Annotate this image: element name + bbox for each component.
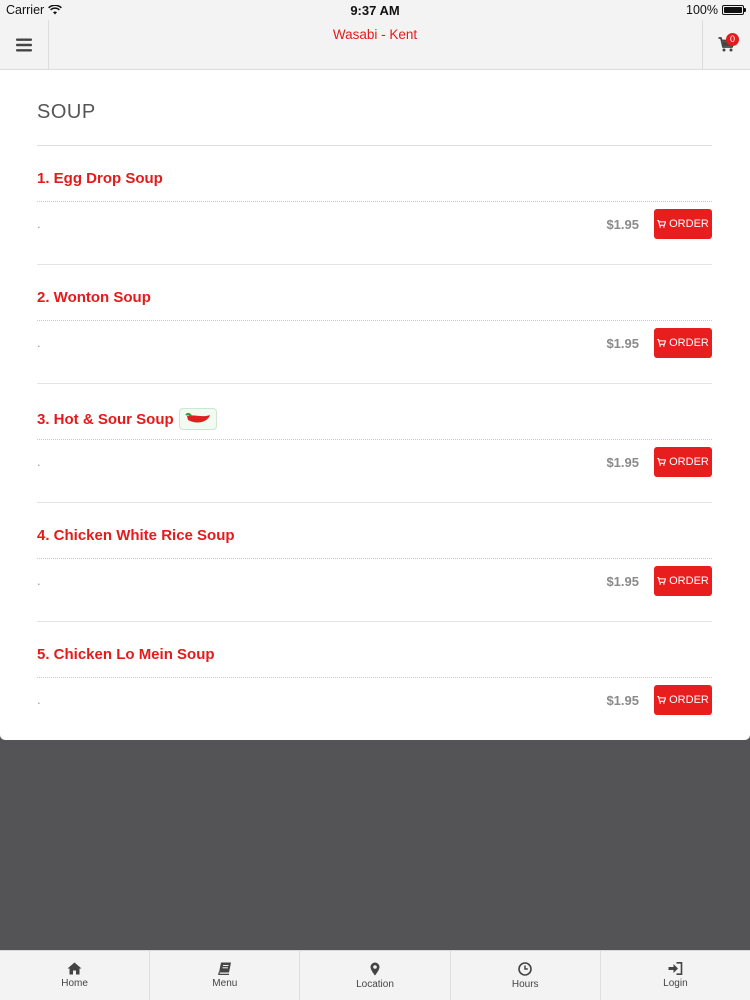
dotted-divider bbox=[37, 320, 712, 321]
item-name[interactable]: 1. Egg Drop Soup bbox=[37, 170, 163, 187]
tab-label: Home bbox=[61, 978, 88, 989]
cart-icon bbox=[657, 339, 667, 347]
restaurant-title: Wasabi - Kent bbox=[332, 27, 418, 42]
cart-count-badge: 0 bbox=[726, 33, 739, 46]
section-title: SOUP bbox=[37, 101, 96, 123]
menu-item: 5. Chicken Lo Mein Soup . $1.95 ORDER bbox=[37, 622, 712, 741]
battery-icon bbox=[722, 5, 746, 15]
item-price: $1.95 bbox=[606, 217, 639, 232]
item-description: . bbox=[37, 335, 41, 350]
tab-label: Login bbox=[663, 978, 688, 989]
tab-label: Menu bbox=[212, 978, 238, 989]
dotted-divider bbox=[37, 677, 712, 678]
order-label: ORDER bbox=[669, 337, 709, 349]
tab-hours[interactable]: Hours bbox=[451, 951, 601, 1000]
order-label: ORDER bbox=[669, 456, 709, 468]
item-description: . bbox=[37, 454, 41, 469]
clock-icon bbox=[518, 961, 533, 976]
cart-icon bbox=[657, 458, 667, 466]
order-label: ORDER bbox=[669, 218, 709, 230]
tab-menu[interactable]: Menu bbox=[150, 951, 301, 1000]
dotted-divider bbox=[37, 439, 712, 440]
order-button[interactable]: ORDER bbox=[654, 685, 712, 715]
dotted-divider bbox=[37, 558, 712, 559]
map-pin-icon bbox=[370, 962, 380, 975]
order-button[interactable]: ORDER bbox=[654, 328, 712, 358]
order-button[interactable]: ORDER bbox=[654, 209, 712, 239]
cart-button[interactable]: 0 bbox=[702, 20, 750, 69]
item-description: . bbox=[37, 216, 41, 231]
item-name[interactable]: 2. Wonton Soup bbox=[37, 289, 151, 306]
home-icon bbox=[67, 962, 82, 975]
item-price: $1.95 bbox=[606, 336, 639, 351]
tab-label: Hours bbox=[511, 978, 539, 990]
menu-card: SOUP 1. Egg Drop Soup . $1.95 ORDER 2. W… bbox=[0, 70, 750, 740]
cart-icon bbox=[657, 577, 667, 585]
cart-icon bbox=[657, 220, 667, 228]
menu-item: 4. Chicken White Rice Soup . $1.95 ORDER bbox=[37, 503, 712, 622]
tab-login[interactable]: Login bbox=[601, 951, 750, 1000]
cart-icon bbox=[657, 696, 667, 704]
item-price: $1.95 bbox=[606, 455, 639, 470]
bottom-tab-bar: Home Menu Location Hours Login bbox=[0, 950, 750, 1000]
order-label: ORDER bbox=[669, 575, 709, 587]
order-button[interactable]: ORDER bbox=[654, 566, 712, 596]
item-price: $1.95 bbox=[606, 693, 639, 708]
item-name[interactable]: 5. Chicken Lo Mein Soup bbox=[37, 646, 215, 663]
tab-home[interactable]: Home bbox=[0, 951, 151, 1000]
item-price: $1.95 bbox=[606, 574, 639, 589]
item-name[interactable]: 3. Hot & Sour Soup bbox=[37, 408, 217, 430]
sign-in-icon bbox=[668, 962, 683, 975]
battery-indicator: 100% bbox=[686, 3, 746, 17]
book-icon bbox=[218, 962, 231, 975]
order-label: ORDER bbox=[669, 694, 709, 706]
clock-time: 9:37 AM bbox=[350, 3, 400, 18]
item-name[interactable]: 4. Chicken White Rice Soup bbox=[37, 527, 235, 544]
menu-item: 1. Egg Drop Soup . $1.95 ORDER bbox=[37, 146, 712, 265]
battery-percent: 100% bbox=[686, 3, 718, 17]
order-button[interactable]: ORDER bbox=[654, 447, 712, 477]
status-bar: Carrier 9:37 AM 100% bbox=[0, 0, 750, 20]
menu-item: 3. Hot & Sour Soup . $1.95 ORDER bbox=[37, 384, 712, 503]
item-description: . bbox=[37, 692, 41, 707]
nav-header: Wasabi - Kent 0 bbox=[0, 20, 750, 70]
menu-item: 2. Wonton Soup . $1.95 ORDER bbox=[37, 265, 712, 384]
tab-label: Location bbox=[356, 978, 394, 990]
item-description: . bbox=[37, 573, 41, 588]
tab-location[interactable]: Location bbox=[300, 951, 451, 1000]
dotted-divider bbox=[37, 201, 712, 202]
spicy-pepper-icon bbox=[178, 408, 217, 430]
